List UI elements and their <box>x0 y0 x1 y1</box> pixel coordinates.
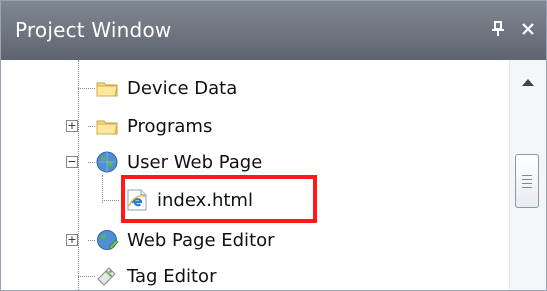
globe-icon <box>96 151 118 173</box>
folder-icon <box>96 120 118 135</box>
tree-item-device-data[interactable]: Device Data <box>95 74 237 102</box>
tree-connector-line <box>78 60 79 290</box>
expand-toggle-web-page-editor[interactable]: + <box>66 234 78 246</box>
tree-branch-line <box>102 200 119 201</box>
expand-toggle-programs[interactable]: + <box>66 120 78 132</box>
project-window-panel: Project Window + − + Device Data Program… <box>0 0 547 291</box>
panel-content: + − + Device Data Programs User Web Page… <box>1 60 546 290</box>
panel-title: Project Window <box>15 18 172 42</box>
scroll-thumb[interactable] <box>515 154 539 208</box>
tree-item-web-page-editor[interactable]: Web Page Editor <box>95 226 275 254</box>
tree-branch-line <box>88 126 95 127</box>
tree-item-user-web-page[interactable]: User Web Page <box>95 148 262 176</box>
highlight-box <box>121 175 317 223</box>
scroll-grip-line <box>522 174 532 176</box>
tree-branch-line <box>78 88 95 89</box>
tree-item-programs[interactable]: Programs <box>95 112 212 140</box>
tree-item-label: Device Data <box>127 77 238 99</box>
pin-button[interactable] <box>486 17 510 41</box>
vertical-scrollbar[interactable] <box>509 60 546 290</box>
tree-item-label: User Web Page <box>127 151 263 173</box>
close-icon <box>522 23 534 35</box>
tree-item-tag-editor[interactable]: Tag Editor <box>95 262 216 290</box>
tree-child-connector-line <box>102 175 103 203</box>
collapse-toggle-user-web-page[interactable]: − <box>66 156 78 168</box>
scroll-grip-line <box>522 186 532 188</box>
tree-branch-line <box>88 162 95 163</box>
web-editor-icon <box>97 230 119 250</box>
tree-branch-line <box>78 276 95 277</box>
tree-branch-line <box>88 240 95 241</box>
project-tree[interactable]: + − + Device Data Programs User Web Page… <box>1 60 509 290</box>
scroll-grip-line <box>522 178 532 180</box>
pin-icon <box>492 21 504 36</box>
tree-item-label: Programs <box>127 115 213 137</box>
tree-item-label: Web Page Editor <box>127 229 275 251</box>
scroll-grip-line <box>522 182 532 184</box>
close-button[interactable] <box>516 17 540 41</box>
scroll-up-button[interactable] <box>516 70 540 94</box>
chevron-up-icon <box>522 79 534 86</box>
tag-editor-icon <box>97 267 116 286</box>
tree-item-label: Tag Editor <box>127 265 217 287</box>
title-bar: Project Window <box>1 1 546 60</box>
folder-icon <box>96 82 118 97</box>
